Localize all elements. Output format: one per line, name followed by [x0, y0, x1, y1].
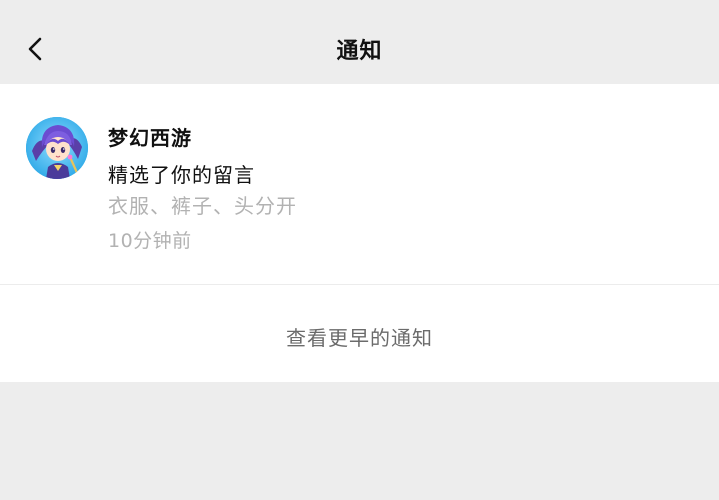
avatar[interactable] [26, 117, 88, 179]
notification-action: 精选了你的留言 [108, 163, 255, 187]
navigation-bar: 通知 [0, 0, 719, 84]
notification-item[interactable]: 梦幻西游 精选了你的留言 衣服、裤子、头分开 10分钟前 [0, 84, 719, 284]
notification-card: 梦幻西游 精选了你的留言 衣服、裤子、头分开 10分钟前 查看更早的通知 [0, 84, 719, 382]
quoted-comment: 衣服、裤子、头分开 [108, 194, 297, 218]
view-earlier-notifications-button[interactable]: 查看更早的通知 [0, 285, 719, 382]
sender-name[interactable]: 梦幻西游 [108, 122, 192, 151]
game-character-avatar-image [26, 117, 88, 179]
page-title: 通知 [336, 39, 383, 64]
view-earlier-label: 查看更早的通知 [286, 326, 433, 350]
notification-time: 10分钟前 [108, 230, 192, 252]
